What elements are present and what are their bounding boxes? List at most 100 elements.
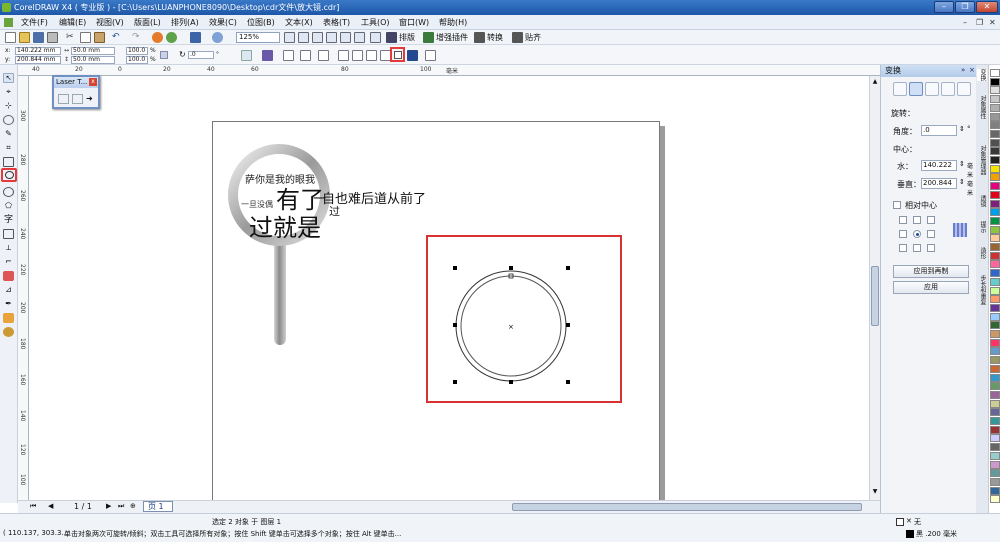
snap-button[interactable]: 贴齐 (525, 30, 541, 45)
trim-icon[interactable] (352, 50, 363, 61)
group-icon[interactable] (318, 50, 329, 61)
menu-tools[interactable]: 工具(O) (358, 15, 393, 30)
vertical-ruler[interactable]: 300 280 260 240 220 200 180 160 140 120 … (18, 76, 29, 500)
cut-icon[interactable]: ✂ (66, 32, 77, 43)
menu-text[interactable]: 文本(X) (282, 15, 316, 30)
menu-layout[interactable]: 版面(L) (131, 15, 164, 30)
palette-swatch[interactable] (990, 469, 1000, 478)
palette-swatch[interactable] (990, 182, 1000, 191)
minimize-button[interactable]: – (934, 1, 954, 13)
palette-swatch[interactable] (990, 190, 1000, 199)
anchor-br-checkbox[interactable] (927, 244, 935, 252)
palette-swatch[interactable] (990, 399, 1000, 408)
y-position-field[interactable]: 200.844 mm (15, 56, 61, 64)
dimension-tool-icon[interactable]: ⟂ (3, 243, 14, 253)
tab-object-properties[interactable]: 对象属性 (977, 95, 987, 119)
palette-swatch[interactable] (990, 417, 1000, 425)
palette-swatch[interactable] (990, 373, 1000, 382)
next-page-icon[interactable]: ▶ (106, 502, 111, 510)
horizontal-ruler[interactable]: 40 20 0 20 40 60 80 100 毫米 (18, 65, 880, 76)
menu-effects[interactable]: 效果(C) (206, 15, 240, 30)
palette-swatch[interactable] (990, 147, 1000, 156)
zoom-out-icon[interactable] (298, 32, 309, 43)
palette-swatch[interactable] (990, 347, 1000, 356)
zoom-page-icon[interactable] (340, 32, 351, 43)
redo-icon[interactable]: ↷ (132, 32, 143, 43)
laser-tool-icon[interactable] (58, 94, 69, 104)
export-icon[interactable] (166, 32, 177, 43)
palette-swatch[interactable] (990, 269, 1000, 278)
palette-swatch[interactable] (990, 495, 1000, 504)
menu-bitmaps[interactable]: 位图(B) (244, 15, 278, 30)
angle-field[interactable]: .0 (921, 125, 957, 136)
back-minus-front-icon[interactable] (407, 50, 418, 61)
drawing-page[interactable]: 萨你是我的眼我 一旦没偶 有了 过就是 一 自也难后道从前了 过 × (212, 121, 660, 506)
palette-swatch[interactable] (990, 330, 1000, 338)
menu-edit[interactable]: 编辑(E) (56, 15, 89, 30)
palette-swatch[interactable] (990, 460, 1000, 469)
menu-file[interactable]: 文件(F) (18, 15, 51, 30)
palette-swatch[interactable] (990, 173, 1000, 182)
zoom-all-icon[interactable] (326, 32, 337, 43)
palette-swatch[interactable] (990, 425, 1000, 434)
angle-spinner-icon[interactable]: ⇕ (959, 125, 965, 133)
relative-center-checkbox[interactable] (893, 201, 901, 209)
zoom-tool-icon[interactable] (3, 115, 14, 125)
menu-help[interactable]: 帮助(H) (436, 15, 470, 30)
anchor-center-radio[interactable] (913, 230, 921, 238)
menu-table[interactable]: 表格(T) (320, 15, 353, 30)
menu-arrange[interactable]: 排列(A) (168, 15, 202, 30)
zoom-level-select[interactable]: 125% (236, 32, 280, 43)
apply-to-duplicate-button[interactable]: 应用到再制 (893, 265, 969, 278)
palette-swatch[interactable] (990, 243, 1000, 251)
restore-button[interactable]: ❐ (955, 1, 975, 13)
welcome-screen-icon[interactable] (212, 32, 223, 43)
crop-tool-icon[interactable]: ⊹ (3, 101, 14, 111)
interactive-blend-tool-icon[interactable] (3, 271, 14, 281)
x-position-field[interactable]: 140.222 mm (15, 47, 61, 55)
palette-swatch[interactable] (990, 486, 1000, 495)
palette-swatch[interactable] (990, 408, 1000, 417)
open-icon[interactable] (19, 32, 30, 43)
palette-swatch[interactable] (990, 69, 1000, 77)
prev-page-icon[interactable]: ◀ (48, 502, 53, 510)
scale-x-field[interactable]: 100.0 (126, 47, 148, 55)
selection-handle-mr[interactable] (566, 323, 570, 327)
table-tool-icon[interactable] (3, 229, 14, 239)
selection-handle-br[interactable] (566, 380, 570, 384)
mirror-horizontal-icon[interactable] (241, 50, 252, 61)
page-tab[interactable]: 页 1 (143, 501, 173, 512)
palette-swatch[interactable] (990, 312, 1000, 321)
close-button[interactable]: ✕ (976, 1, 998, 13)
doc-minimize-icon[interactable]: – (960, 15, 970, 30)
palette-swatch[interactable] (990, 216, 1000, 225)
anchor-bc-checkbox[interactable] (913, 244, 921, 252)
selection-handle-tc[interactable] (509, 266, 513, 270)
smart-fill-tool-icon[interactable]: ⌗ (3, 143, 14, 153)
snap-icon[interactable] (512, 32, 523, 43)
palette-swatch[interactable] (990, 295, 1000, 304)
palette-swatch[interactable] (990, 129, 1000, 138)
center-vertical-field[interactable]: 200.844 (921, 178, 957, 189)
anchor-bl-checkbox[interactable] (899, 244, 907, 252)
menu-window[interactable]: 窗口(W) (396, 15, 432, 30)
docker-collapse-icon[interactable]: » (961, 66, 965, 74)
selection-handle-ml[interactable] (453, 323, 457, 327)
break-apart-icon[interactable] (300, 50, 311, 61)
palette-swatch[interactable] (990, 234, 1000, 243)
tab-transform[interactable]: 变换 (977, 69, 987, 81)
tab-shaping[interactable]: 造形 (977, 247, 987, 259)
skew-tab-icon[interactable] (957, 82, 971, 96)
convert-icon[interactable] (474, 32, 485, 43)
palette-swatch[interactable] (990, 86, 1000, 95)
anchor-tl-checkbox[interactable] (899, 216, 907, 224)
palette-swatch[interactable] (990, 286, 1000, 295)
plugin-button[interactable]: 增强插件 (436, 30, 468, 45)
scale-y-field[interactable]: 100.0 (126, 56, 148, 64)
scale-tab-icon[interactable] (925, 82, 939, 96)
palette-swatch[interactable] (990, 443, 1000, 452)
palette-swatch[interactable] (990, 338, 1000, 347)
highlighted-front-minus-back-button[interactable] (390, 47, 405, 62)
convert-button[interactable]: 转换 (487, 30, 503, 45)
vertical-scrollbar[interactable]: ▲ ▼ (869, 76, 880, 500)
